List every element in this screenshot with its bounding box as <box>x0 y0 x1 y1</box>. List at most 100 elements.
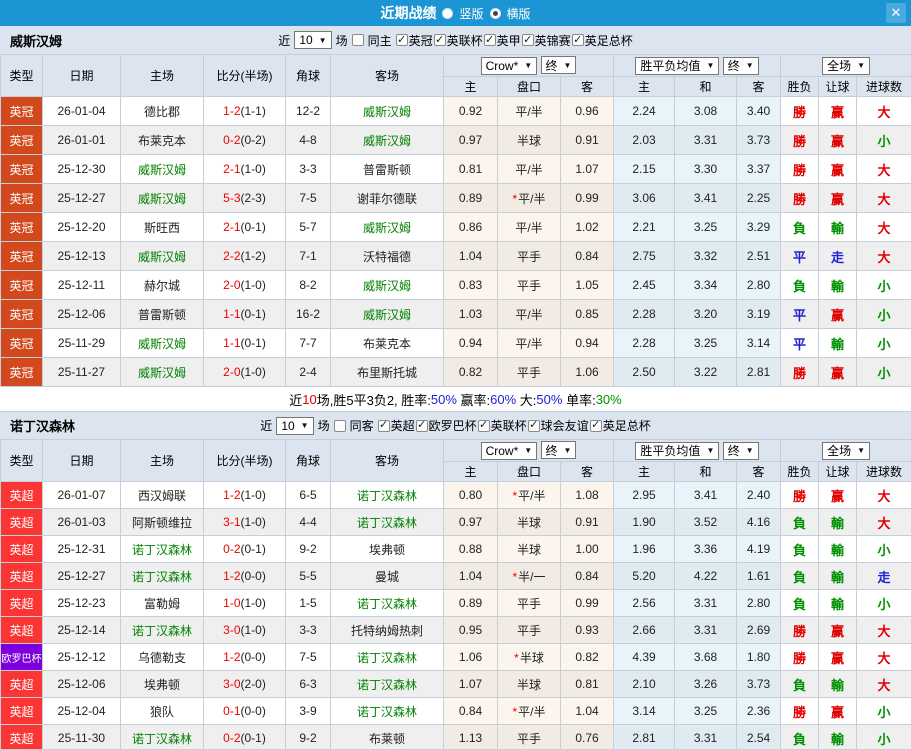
same-home-checkbox[interactable] <box>351 34 364 46</box>
away-team: 诺丁汉森林 <box>330 589 444 617</box>
horizontal-layout-radio[interactable] <box>489 7 501 19</box>
col-odds-home: 主 <box>443 461 498 482</box>
league-label: 英锦赛 <box>534 33 571 48</box>
avg-draw: 3.41 <box>674 481 738 509</box>
league-checkbox[interactable] <box>395 34 408 46</box>
avg-select[interactable]: 胜平负均值 ▼ <box>635 441 720 460</box>
col-home: 主场 <box>120 54 204 97</box>
match-count-select[interactable]: 10 ▼ <box>276 416 314 435</box>
handicap: 半球 <box>497 508 561 536</box>
score: 2-1(1-0) <box>203 154 286 184</box>
chevron-down-icon: ▼ <box>745 446 754 455</box>
avg-draw: 3.32 <box>674 241 738 271</box>
score: 1-1(0-1) <box>203 299 286 329</box>
scope-select[interactable]: 全场 ▼ <box>822 441 870 460</box>
league-checkbox[interactable] <box>433 34 446 46</box>
scope-select[interactable]: 全场 ▼ <box>822 56 870 75</box>
goals-result: 大 <box>856 96 911 126</box>
goals-result: 小 <box>856 697 911 725</box>
match-row: 欧罗巴杯 25-12-12 乌德勒支 1-2(0-0) 7-5 诺丁汉森林 1.06 *半球 0… <box>0 643 911 671</box>
avg-draw: 3.31 <box>674 589 738 617</box>
league-checkbox[interactable] <box>527 419 540 432</box>
team-name: 诺丁汉森林 <box>10 419 76 434</box>
avg-final-select[interactable]: 终 ▼ <box>722 441 759 460</box>
match-date: 25-11-27 <box>42 357 121 387</box>
chevron-down-icon: ▼ <box>745 61 754 70</box>
vertical-layout-label: 竖版 <box>459 6 484 21</box>
col-avg-draw: 和 <box>674 76 738 97</box>
score: 1-2(0-0) <box>203 562 286 590</box>
league-checkbox[interactable] <box>589 419 602 432</box>
odds-source-select[interactable]: Crow* ▼ <box>480 441 538 460</box>
league-checkbox[interactable] <box>483 34 496 46</box>
odds-away: 1.07 <box>559 154 615 184</box>
result: 負 <box>780 589 820 617</box>
away-team: 埃弗顿 <box>330 535 444 563</box>
avg-away: 3.14 <box>736 328 782 358</box>
odds-away: 1.08 <box>559 481 615 509</box>
league-checkbox[interactable] <box>377 419 390 432</box>
league-badge: 英冠 <box>0 96 43 126</box>
handicap-result: 輸 <box>818 212 858 242</box>
corners: 6-5 <box>285 481 331 509</box>
league-checkbox[interactable] <box>415 419 428 432</box>
league-badge: 英冠 <box>0 299 43 329</box>
away-team: 诺丁汉森林 <box>330 481 444 509</box>
home-team: 乌德勒支 <box>120 643 204 671</box>
col-score: 比分(半场) <box>203 54 286 97</box>
avg-away: 4.19 <box>736 535 782 563</box>
match-date: 25-12-30 <box>42 154 121 184</box>
avg-home: 2.21 <box>613 212 676 242</box>
close-icon[interactable]: ✕ <box>886 3 906 23</box>
avg-select[interactable]: 胜平负均值 ▼ <box>635 56 720 75</box>
league-badge: 英冠 <box>0 241 43 271</box>
league-checkbox[interactable] <box>571 34 584 46</box>
handicap: 半球 <box>497 670 561 698</box>
league-badge: 英冠 <box>0 328 43 358</box>
avg-home: 2.28 <box>613 328 676 358</box>
league-badge: 英冠 <box>0 125 43 155</box>
odds-final-select[interactable]: 终 ▼ <box>540 441 577 460</box>
league-badge: 英超 <box>0 562 43 590</box>
odds-home: 0.89 <box>443 183 498 213</box>
league-checkbox-group: 英冠英联杯英甲英锦赛英足总杯 <box>395 32 633 49</box>
score: 2-0(1-0) <box>203 357 286 387</box>
odds-home: 0.80 <box>443 481 498 509</box>
avg-draw: 3.22 <box>674 357 738 387</box>
league-checkbox[interactable] <box>477 419 490 432</box>
col-away: 客场 <box>330 54 444 97</box>
league-label: 英冠 <box>408 33 433 48</box>
goals-result: 大 <box>856 670 911 698</box>
odds-home: 1.04 <box>443 562 498 590</box>
odds-away: 0.91 <box>559 508 615 536</box>
avg-home: 2.15 <box>613 154 676 184</box>
vertical-layout-radio[interactable] <box>442 7 454 19</box>
league-checkbox[interactable] <box>521 34 534 46</box>
odds-home: 0.89 <box>443 589 498 617</box>
avg-away: 2.81 <box>736 357 782 387</box>
score: 3-0(2-0) <box>203 670 286 698</box>
goals-result: 大 <box>856 154 911 184</box>
avg-final-select[interactable]: 终 ▼ <box>722 56 759 75</box>
handicap-result: 輸 <box>818 562 858 590</box>
corners: 7-1 <box>285 241 331 271</box>
near-label: 近 <box>278 33 291 48</box>
goals-result: 大 <box>856 241 911 271</box>
summary-part: 50% <box>430 391 457 407</box>
scope-group-header: 全场 ▼ <box>780 54 911 77</box>
same-away-checkbox[interactable] <box>333 419 346 432</box>
handicap: 平手 <box>497 724 561 749</box>
away-team: 威斯汉姆 <box>330 125 444 155</box>
goals-result: 大 <box>856 643 911 671</box>
away-team: 威斯汉姆 <box>330 299 444 329</box>
match-count-select[interactable]: 10 ▼ <box>294 31 332 49</box>
result: 平 <box>780 241 820 271</box>
chevron-down-icon: ▼ <box>563 60 572 70</box>
goals-result: 大 <box>856 212 911 242</box>
league-badge: 英超 <box>0 535 43 563</box>
chevron-down-icon: ▼ <box>563 445 572 455</box>
avg-draw: 3.30 <box>674 154 738 184</box>
odds-final-select[interactable]: 终 ▼ <box>540 56 577 75</box>
odds-source-select[interactable]: Crow* ▼ <box>480 56 538 75</box>
handicap-result: 輸 <box>818 270 858 300</box>
